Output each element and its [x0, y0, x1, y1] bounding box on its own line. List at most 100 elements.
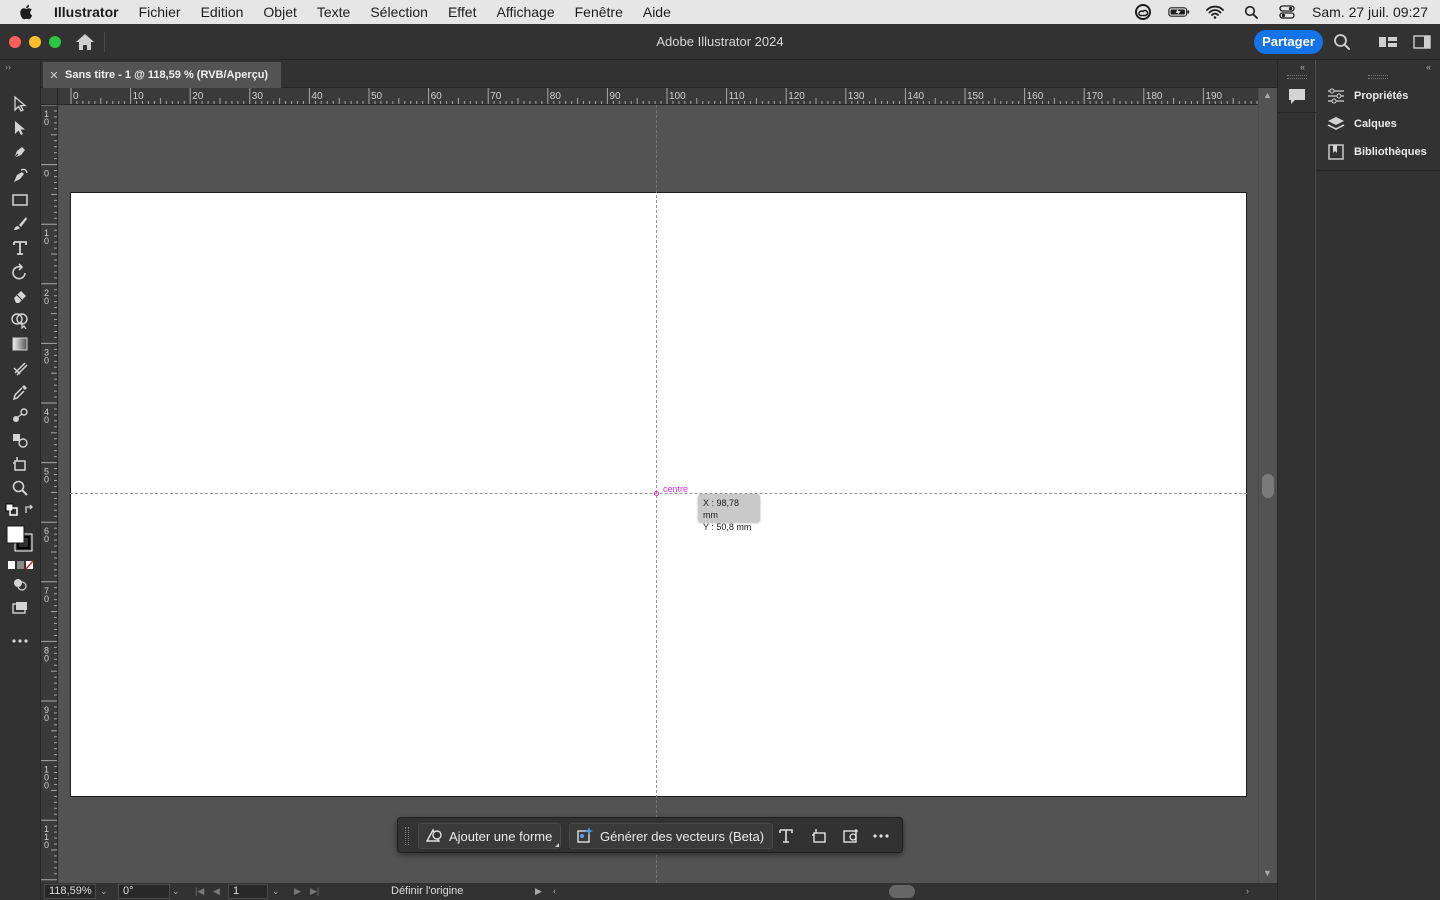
type-tool-icon[interactable]: [8, 237, 32, 259]
ruler-label: 0: [44, 415, 49, 425]
close-tab-icon[interactable]: ✕: [43, 69, 65, 82]
dock-grip[interactable]: [1287, 75, 1307, 79]
menu-fenetre[interactable]: Fenêtre: [565, 0, 633, 24]
rotation-dropdown-icon[interactable]: ⌄: [172, 883, 180, 900]
artboard-options-icon[interactable]: [808, 826, 830, 846]
image-generate-icon[interactable]: [840, 826, 862, 846]
default-fill-stroke-icon[interactable]: [4, 502, 20, 518]
direct-selection-tool-icon[interactable]: [8, 117, 32, 139]
tooltip-x-value: X : 98,78 mm: [703, 498, 740, 520]
pen-tool-icon[interactable]: [8, 141, 32, 163]
ruler-label: 40: [311, 91, 323, 102]
panels-grip[interactable]: [1368, 75, 1388, 79]
blend-tool-icon[interactable]: [8, 405, 32, 427]
last-artboard-icon[interactable]: ▶|: [310, 883, 319, 900]
zoom-dropdown-icon[interactable]: ⌄: [100, 883, 108, 900]
paintbrush-tool-icon[interactable]: [8, 213, 32, 235]
mesh-tool-icon[interactable]: [8, 357, 32, 379]
type-icon[interactable]: [775, 826, 797, 846]
horizontal-ruler[interactable]: 0 10 20 30 40 50 60 70 80 90 100 110 120 130 140 150 160…: [58, 88, 1258, 105]
window-maximize-button[interactable]: [49, 36, 61, 48]
control-center-icon[interactable]: [1276, 4, 1298, 20]
next-artboard-icon[interactable]: ▶: [294, 883, 301, 900]
panel-toggle-icon[interactable]: [1412, 33, 1432, 51]
ruler-origin[interactable]: [41, 88, 58, 105]
toolbar-collapse-icon[interactable]: ››: [5, 62, 11, 72]
eraser-tool-icon[interactable]: [8, 285, 32, 307]
panel-properties[interactable]: Propriétés: [1326, 84, 1408, 108]
canvas-area[interactable]: centre X : 98,78 mm Y : 50,8 mm: [58, 105, 1258, 883]
gradient-tool-icon[interactable]: [8, 333, 32, 355]
search-icon[interactable]: [1333, 33, 1353, 51]
document-tab[interactable]: ✕ Sans titre - 1 @ 118,59 % (RVB/Aperçu): [43, 62, 281, 88]
artboard-tool-icon[interactable]: [8, 453, 32, 475]
ruler-label: 0: [44, 475, 49, 485]
previous-artboard-icon[interactable]: ◀: [213, 883, 220, 900]
ruler-label: 120: [788, 91, 805, 102]
shape-icon: [425, 827, 443, 846]
curvature-tool-icon[interactable]: [8, 165, 32, 187]
scroll-up-icon[interactable]: ▲: [1263, 90, 1272, 100]
more-tools-icon[interactable]: [8, 630, 32, 652]
menu-objet[interactable]: Objet: [253, 0, 306, 24]
share-button[interactable]: Partager: [1254, 30, 1323, 54]
scroll-down-icon[interactable]: ▼: [1263, 868, 1272, 878]
menu-affichage[interactable]: Affichage: [486, 0, 564, 24]
window-minimize-button[interactable]: [29, 36, 41, 48]
battery-icon[interactable]: [1168, 4, 1190, 20]
eyedropper-tool-icon[interactable]: [8, 381, 32, 403]
vertical-scrollbar[interactable]: ▲ ▼: [1258, 88, 1276, 883]
menu-texte[interactable]: Texte: [307, 0, 360, 24]
rotate-tool-icon[interactable]: [8, 261, 32, 283]
menu-selection[interactable]: Sélection: [360, 0, 438, 24]
menu-illustrator[interactable]: Illustrator: [52, 0, 129, 24]
menu-effet[interactable]: Effet: [438, 0, 487, 24]
panel-libraries[interactable]: Bibliothèques: [1326, 140, 1427, 164]
wifi-icon[interactable]: [1204, 4, 1226, 20]
color-mode-icons[interactable]: [6, 559, 36, 571]
first-artboard-icon[interactable]: |◀: [195, 883, 204, 900]
dock-collapse-icon[interactable]: «: [1300, 62, 1305, 72]
spotlight-search-icon[interactable]: [1240, 4, 1262, 20]
panels-divider: [1316, 170, 1440, 171]
menu-edition[interactable]: Edition: [191, 0, 254, 24]
ruler-label: 0: [73, 91, 79, 102]
menu-aide[interactable]: Aide: [633, 0, 681, 24]
apple-logo-icon[interactable]: [0, 4, 52, 20]
ruler-label: 50: [371, 91, 383, 102]
fill-stroke-swatch[interactable]: [5, 524, 35, 554]
swap-fill-stroke-icon[interactable]: [22, 502, 38, 518]
zoom-tool-icon[interactable]: [8, 477, 32, 499]
artboard-dropdown-icon[interactable]: ⌄: [272, 883, 280, 900]
artboard-number-field[interactable]: 1: [228, 884, 268, 899]
vertical-scroll-thumb[interactable]: [1262, 474, 1274, 498]
taskbar-drag-handle[interactable]: [405, 827, 409, 845]
comments-icon[interactable]: [1287, 86, 1307, 106]
ruler-label: 80: [550, 91, 562, 102]
scroll-left-icon[interactable]: ‹: [553, 883, 556, 900]
menu-fichier[interactable]: Fichier: [129, 0, 191, 24]
panels-collapse-icon[interactable]: «: [1426, 62, 1431, 72]
selection-tool-icon[interactable]: [8, 93, 32, 115]
draw-mode-icon[interactable]: [8, 573, 32, 595]
rotation-field[interactable]: 0°: [118, 884, 170, 899]
creative-cloud-icon[interactable]: [1132, 4, 1154, 20]
horizontal-scroll-thumb[interactable]: [889, 885, 915, 898]
menubar-clock[interactable]: Sam. 27 juil. 09:27: [1312, 4, 1428, 20]
home-icon[interactable]: [75, 33, 95, 51]
vertical-ruler[interactable]: 100102030405060708090100110: [41, 105, 58, 883]
workspace-switcher-icon[interactable]: [1378, 33, 1398, 51]
status-menu-icon[interactable]: ▶: [535, 883, 542, 900]
add-shape-button[interactable]: Ajouter une forme: [418, 823, 562, 849]
generate-vectors-button[interactable]: Générer des vecteurs (Beta): [569, 823, 774, 849]
shape-builder-tool-icon[interactable]: [8, 309, 32, 331]
symbol-sprayer-tool-icon[interactable]: [8, 429, 32, 451]
window-close-button[interactable]: [9, 36, 21, 48]
zoom-level-field[interactable]: 118,59%: [44, 884, 96, 899]
more-options-icon[interactable]: [870, 826, 892, 846]
panel-layers[interactable]: Calques: [1326, 112, 1397, 136]
rectangle-tool-icon[interactable]: [8, 189, 32, 211]
panel-properties-label: Propriétés: [1354, 90, 1409, 102]
scroll-right-icon[interactable]: ›: [1246, 883, 1249, 900]
screen-mode-icon[interactable]: [8, 597, 32, 619]
